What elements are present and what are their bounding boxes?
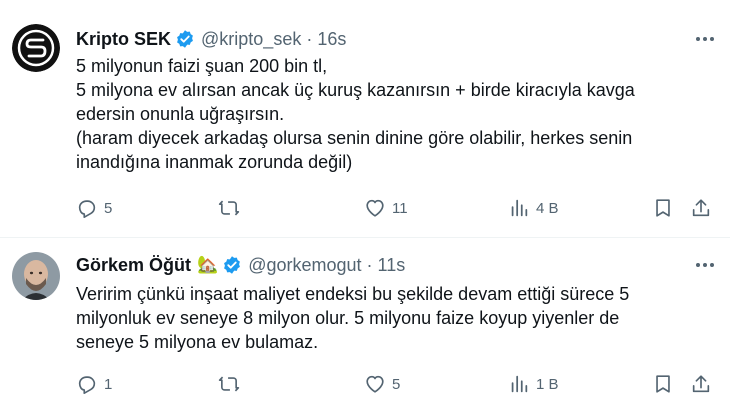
house-emoji-icon: 🏡 (197, 255, 219, 274)
tweet[interactable]: Kripto SEK @kripto_sek · 16s 5 milyonun … (0, 0, 730, 238)
retweet-button[interactable] (218, 370, 240, 398)
separator-dot: · (366, 254, 373, 275)
tweet-text-line: edersin onunla uğraşırsın. (76, 104, 285, 124)
views-button[interactable]: 4 B (508, 194, 559, 222)
tweet[interactable]: Görkem Öğüt 🏡 @gorkemogut · 11s Veririm … (0, 238, 730, 420)
author-handle[interactable]: @gorkemogut (248, 255, 361, 276)
author-name[interactable]: Kripto SEK (76, 29, 171, 50)
reply-icon (78, 376, 96, 394)
tweet-header: Görkem Öğüt 🏡 @gorkemogut · 11s (76, 253, 405, 277)
bookmark-icon (656, 375, 670, 393)
tweet-text-line: seneye 5 milyona ev bulamaz. (76, 332, 319, 352)
author-handle[interactable]: @kripto_sek (201, 29, 301, 50)
view-count: 1 B (536, 375, 559, 393)
share-button[interactable] (690, 194, 712, 222)
tweet-text-line: milyonluk ev seneye 8 milyon olur. 5 mil… (76, 308, 620, 328)
tweet-text-line: inandığına inanmak zorunda değil) (76, 152, 353, 172)
retweet-button[interactable] (218, 194, 240, 222)
retweet-icon (218, 200, 240, 216)
bookmark-button[interactable] (652, 194, 674, 222)
reply-icon (78, 200, 96, 218)
more-options-icon[interactable] (694, 254, 716, 276)
timestamp[interactable]: 16s (317, 29, 346, 50)
like-count: 11 (392, 199, 408, 217)
more-options-icon[interactable] (694, 28, 716, 50)
share-icon (692, 375, 710, 393)
separator-dot: · (306, 28, 313, 49)
like-count: 5 (392, 375, 401, 393)
tweet-actions: 1 5 1 B (68, 370, 718, 398)
share-icon (692, 199, 710, 217)
tweet-text-line: Veririm çünkü inşaat maliyet endeksi bu … (76, 284, 630, 304)
timestamp[interactable]: 11s (378, 255, 406, 276)
reply-count: 1 (104, 375, 113, 393)
analytics-icon (511, 375, 528, 393)
bookmark-icon (656, 199, 670, 217)
reply-button[interactable]: 5 (76, 194, 112, 222)
reply-button[interactable]: 1 (76, 370, 112, 398)
reply-count: 5 (104, 199, 113, 217)
share-button[interactable] (690, 370, 712, 398)
tweet-text-line: (haram diyecek arkadaş olursa senin dini… (76, 128, 633, 148)
like-button[interactable]: 11 (364, 194, 408, 222)
heart-icon (366, 199, 384, 217)
heart-icon (366, 375, 384, 393)
view-count: 4 B (536, 199, 559, 217)
avatar[interactable] (12, 24, 60, 72)
verified-badge-icon (222, 255, 242, 275)
verified-badge-icon (175, 29, 195, 49)
tweet-text: 5 milyonun faizi şuan 200 bin tl, 5 mily… (76, 54, 706, 174)
retweet-icon (218, 376, 240, 392)
like-button[interactable]: 5 (364, 370, 400, 398)
tweet-text-line: 5 milyona ev alırsan ancak üç kuruş kaza… (76, 80, 635, 100)
tweet-actions: 5 11 4 B (68, 194, 718, 222)
tweet-text: Veririm çünkü inşaat maliyet endeksi bu … (76, 282, 706, 354)
bookmark-button[interactable] (652, 370, 674, 398)
kripto-sek-logo-icon (12, 24, 60, 72)
tweet-header: Kripto SEK @kripto_sek · 16s (76, 27, 346, 51)
author-name[interactable]: Görkem Öğüt (76, 255, 191, 276)
profile-photo-icon (12, 252, 60, 300)
views-button[interactable]: 1 B (508, 370, 559, 398)
tweet-text-line: 5 milyonun faizi şuan 200 bin tl, (76, 56, 328, 76)
analytics-icon (511, 199, 528, 217)
avatar[interactable] (12, 252, 60, 300)
